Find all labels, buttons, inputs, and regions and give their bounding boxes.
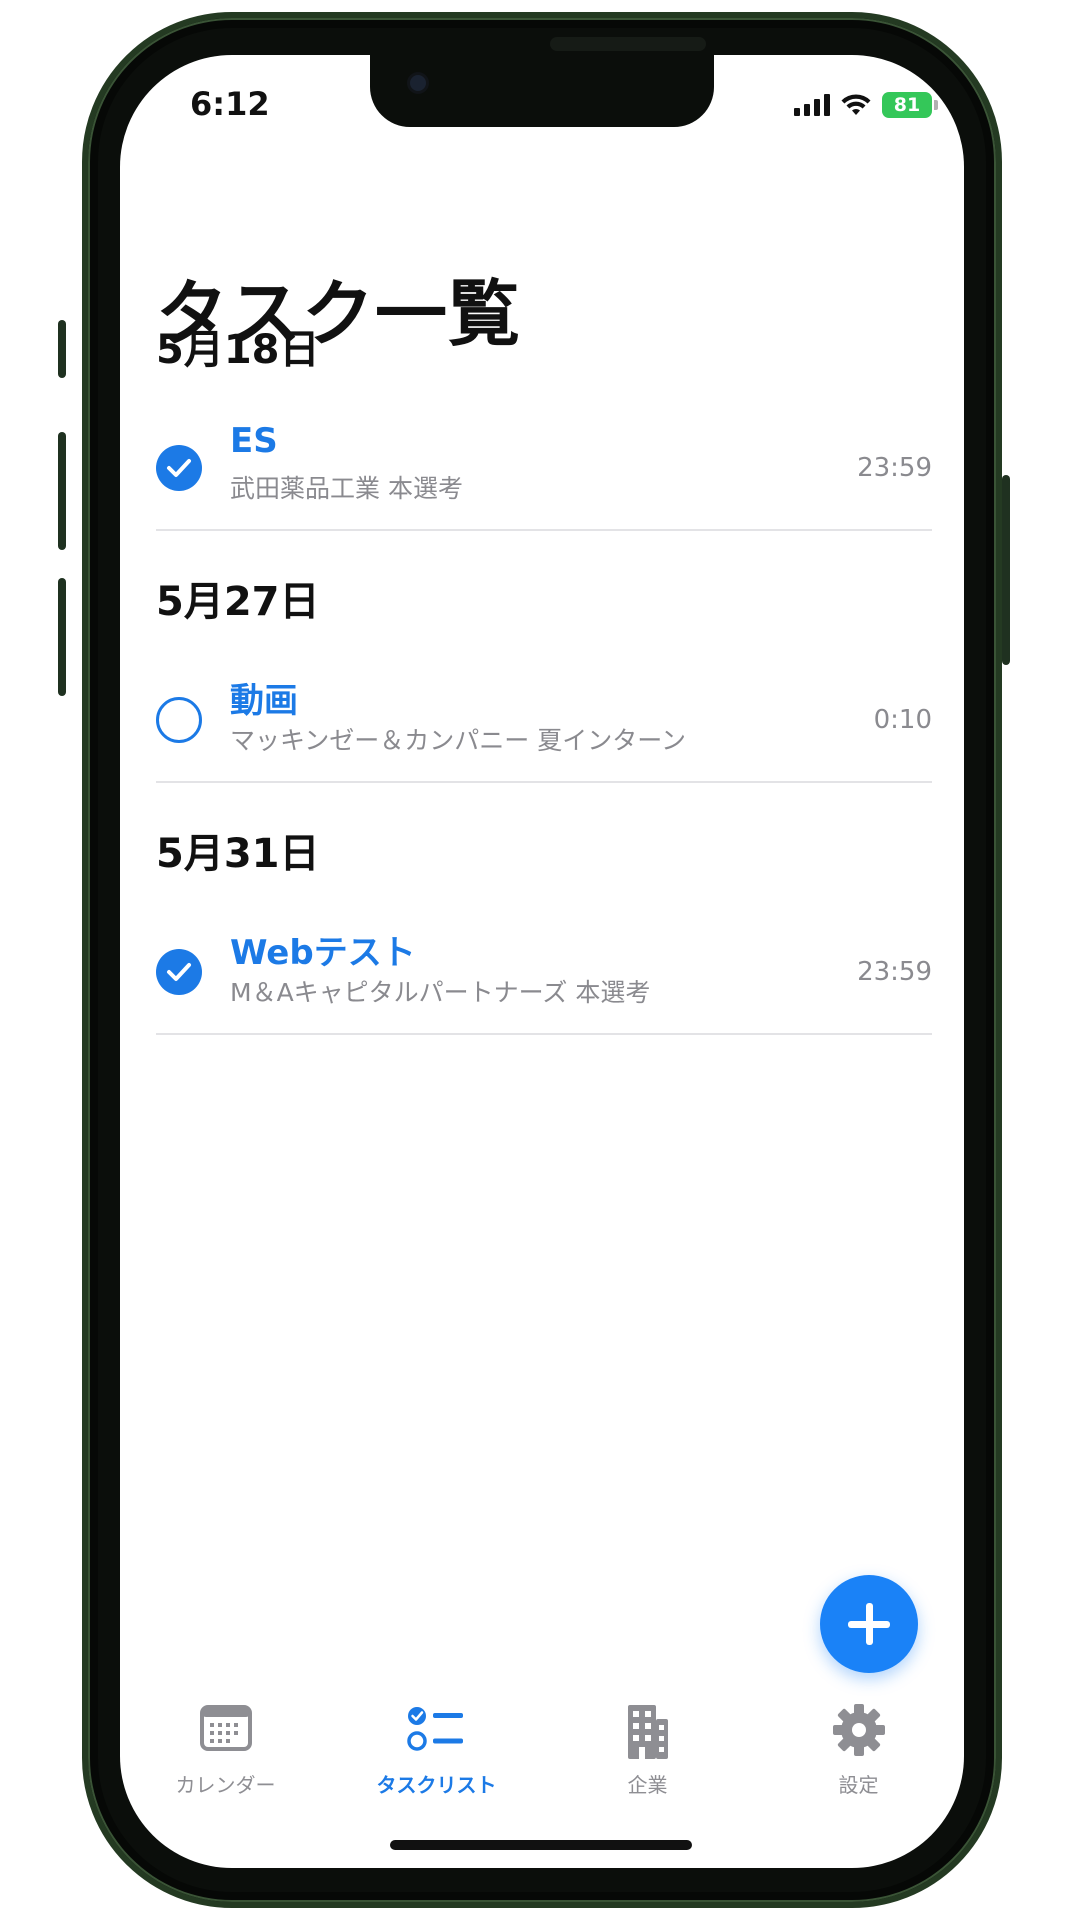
tab-label: 企業 [627,1773,668,1797]
task-subtitle: マッキンゼー＆カンパニー 夏インターン [230,726,686,755]
battery-icon: 81 [882,92,938,118]
task-list-icon [406,1707,463,1751]
tab-label: 設定 [838,1773,879,1797]
task-subtitle: M＆Aキャピタルパートナーズ 本選考 [230,978,651,1007]
side-button-volume-up [58,432,66,550]
side-button-power [1002,475,1010,665]
gear-icon [832,1704,885,1756]
task-subtitle: 武田薬品工業 本選考 [230,474,463,503]
task-row[interactable]: ES 武田薬品工業 本選考 23:59 [156,421,932,531]
tab-companies[interactable]: 企業 [542,1695,753,1805]
speaker-grille [550,37,706,51]
battery-level: 81 [893,94,921,116]
calendar-icon [199,1705,252,1751]
add-task-button[interactable] [820,1575,918,1673]
checkmark-icon [167,963,191,981]
wifi-icon [841,94,871,115]
side-button-volume-down [58,578,66,696]
home-indicator[interactable] [390,1840,692,1850]
status-icons: 81 [794,92,938,118]
date-section: 5月18日 ES 武田薬品工業 本選考 23:59 [156,317,932,531]
task-row[interactable]: Webテスト M＆Aキャピタルパートナーズ 本選考 23:59 [156,925,932,1035]
task-checkbox-checked[interactable] [156,445,202,491]
tab-label: タスクリスト [376,1773,497,1797]
device-stage: 6:12 81 タスク一覧 5月18日 ES 武田薬品工業 本選考 23:59 … [0,0,1080,1920]
section-date: 5月31日 [156,831,320,877]
notch [370,55,714,127]
status-time: 6:12 [190,85,270,123]
tab-bar: カレンダー タスクリスト 企業 設定 [120,1695,964,1805]
phone-screen: 6:12 81 タスク一覧 5月18日 ES 武田薬品工業 本選考 23:59 … [120,55,964,1868]
tab-label: カレンダー [175,1773,276,1797]
date-section: 5月27日 動画 マッキンゼー＆カンパニー 夏インターン 0:10 [156,569,932,783]
tab-calendar[interactable]: カレンダー [120,1695,331,1805]
task-title: 動画 [230,681,298,721]
task-checkbox-unchecked[interactable] [156,697,202,743]
task-checkbox-checked[interactable] [156,949,202,995]
side-button-mute [58,320,66,378]
task-time: 23:59 [857,957,932,987]
section-date: 5月18日 [156,327,320,373]
cellular-signal-icon [794,94,830,116]
front-camera [410,75,426,91]
section-date: 5月27日 [156,579,320,625]
task-time: 0:10 [873,705,932,735]
tab-task-list[interactable]: タスクリスト [331,1695,542,1805]
tab-settings[interactable]: 設定 [753,1695,964,1805]
building-icon [627,1705,668,1759]
task-row[interactable]: 動画 マッキンゼー＆カンパニー 夏インターン 0:10 [156,673,932,783]
task-title: ES [230,421,278,461]
task-title: Webテスト [230,933,416,973]
date-section: 5月31日 Webテスト M＆Aキャピタルパートナーズ 本選考 23:59 [156,821,932,1035]
task-time: 23:59 [857,453,932,483]
checkmark-icon [167,459,191,477]
